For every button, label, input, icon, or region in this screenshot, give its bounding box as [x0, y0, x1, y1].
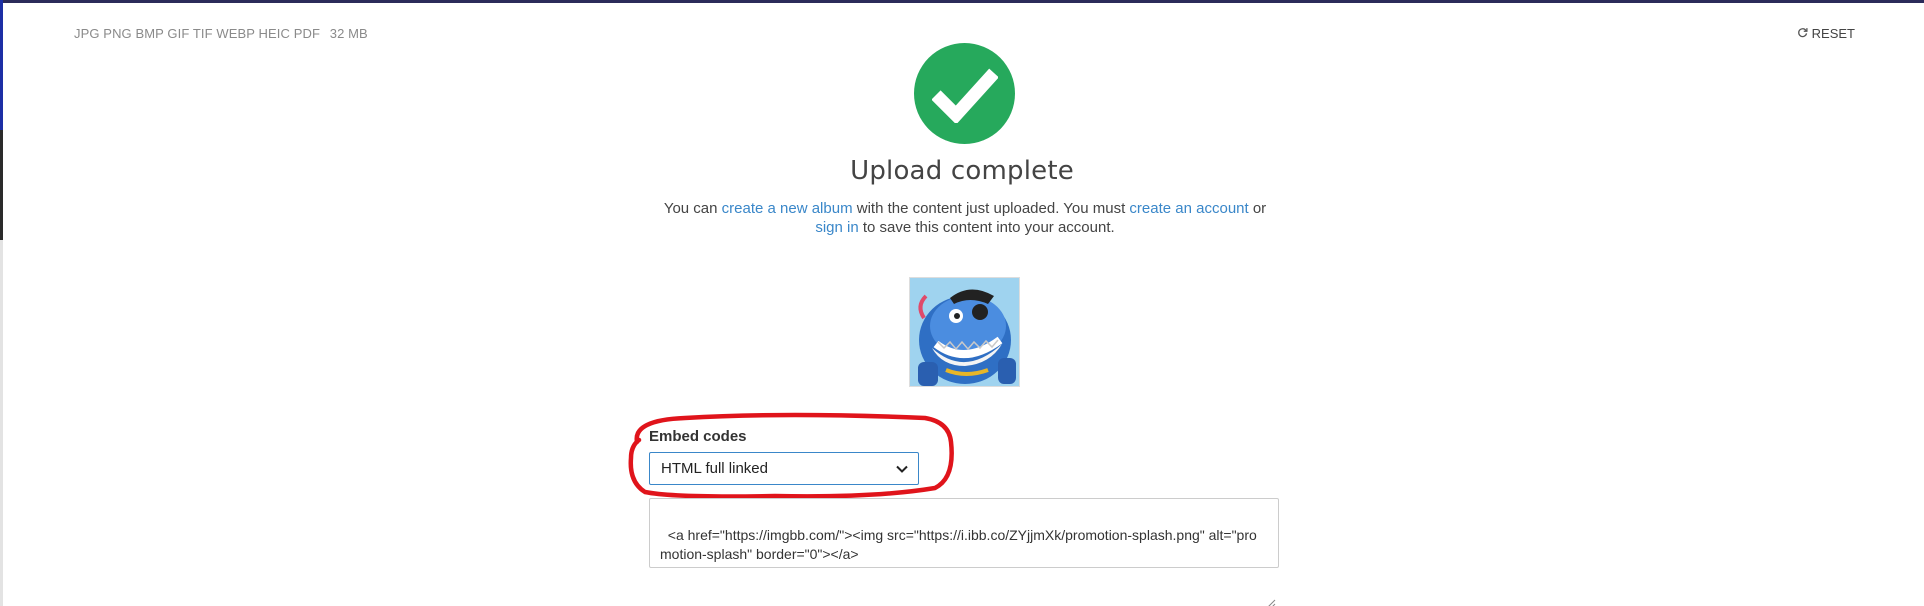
- reset-label: RESET: [1811, 26, 1855, 41]
- window-frame-top: [0, 0, 1924, 3]
- window-frame-left: [0, 0, 3, 606]
- embed-codes-label: Embed codes: [649, 428, 747, 445]
- sign-in-link[interactable]: sign in: [815, 219, 858, 236]
- embed-select-value: HTML full linked: [661, 460, 768, 477]
- reset-button[interactable]: RESET: [1797, 26, 1855, 41]
- formats-list: JPG PNG BMP GIF TIF WEBP HEIC PDF: [74, 26, 321, 41]
- create-album-link[interactable]: create a new album: [722, 200, 853, 217]
- embed-code-textarea[interactable]: <a href="https://imgbb.com/"><img src="h…: [649, 498, 1279, 606]
- create-account-link[interactable]: create an account: [1129, 200, 1248, 217]
- embed-code-text: <a href="https://imgbb.com/"><img src="h…: [660, 527, 1257, 562]
- page-title: Upload complete: [850, 156, 1074, 186]
- uploaded-image-thumbnail[interactable]: [909, 277, 1020, 387]
- max-file-size: 32 MB: [329, 26, 368, 41]
- upload-message: You can create a new album with the cont…: [663, 200, 1267, 236]
- refresh-icon: [1797, 26, 1808, 41]
- embed-code-type-select[interactable]: HTML full linked: [649, 452, 919, 485]
- chevron-down-icon: [896, 460, 908, 477]
- resize-grip-icon[interactable]: [1267, 556, 1276, 606]
- success-check-icon: [914, 43, 1015, 144]
- supported-formats: JPG PNG BMP GIF TIF WEBP HEIC PDF 32 MB: [74, 26, 368, 41]
